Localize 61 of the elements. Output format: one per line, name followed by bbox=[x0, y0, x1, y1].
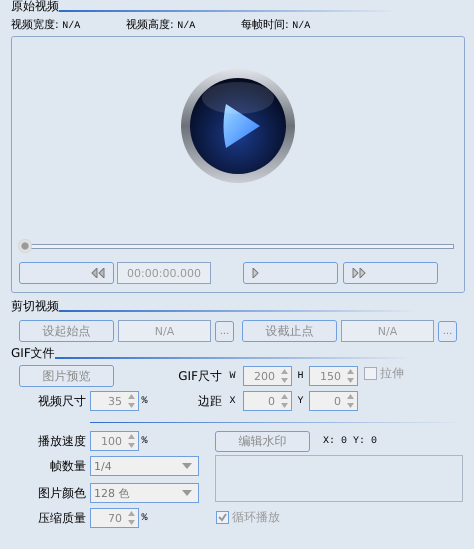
play-button[interactable] bbox=[243, 262, 338, 284]
unit-label: % bbox=[140, 396, 148, 406]
more-button[interactable]: ... bbox=[438, 320, 457, 342]
spinner-arrows-icon[interactable] bbox=[346, 393, 355, 409]
time-display: 00:00:00.000 bbox=[117, 262, 211, 284]
edit-watermark-button[interactable]: 编辑水印 bbox=[215, 430, 310, 452]
play-button-icon[interactable] bbox=[180, 68, 296, 184]
dropdown-caret-icon bbox=[182, 490, 192, 496]
rewind-icon bbox=[91, 268, 105, 278]
field-label: 图片颜色 bbox=[37, 484, 86, 502]
spinner-arrows-icon[interactable] bbox=[346, 368, 355, 384]
field-label: 帧数量 bbox=[49, 458, 86, 474]
spinner-arrows-icon[interactable] bbox=[280, 368, 289, 384]
more-button[interactable]: ... bbox=[215, 320, 234, 342]
number-spinner[interactable]: 0 bbox=[309, 391, 358, 411]
point-value-field: N/A bbox=[118, 320, 211, 342]
colors-dropdown[interactable]: 128 色 bbox=[90, 483, 199, 503]
spinner-arrows-icon[interactable] bbox=[280, 393, 289, 409]
field-label: GIF尺寸 bbox=[177, 368, 222, 384]
slider-thumb[interactable] bbox=[18, 239, 32, 253]
field-label: Y bbox=[296, 396, 304, 406]
field-label: 视频尺寸 bbox=[37, 392, 86, 410]
spinner-arrows-icon[interactable] bbox=[127, 433, 136, 449]
play-icon bbox=[252, 268, 259, 278]
frames-dropdown[interactable]: 1/4 bbox=[90, 456, 199, 476]
section-title: 原始视频 bbox=[11, 0, 59, 13]
video-info-text: 视频宽度: N/A bbox=[11, 17, 82, 31]
coordinate-text: X: 0 bbox=[322, 436, 348, 446]
image-preview-button[interactable]: 图片预览 bbox=[19, 365, 114, 387]
point-value-field: N/A bbox=[341, 320, 434, 342]
field-label: W bbox=[228, 370, 236, 382]
seek-slider[interactable] bbox=[18, 239, 454, 253]
fast-forward-icon bbox=[352, 268, 366, 278]
unit-label: % bbox=[140, 436, 148, 446]
field-label: 播放速度 bbox=[37, 432, 86, 450]
check-icon bbox=[218, 513, 227, 522]
loop-checkbox[interactable]: 循环播放 bbox=[216, 509, 280, 526]
section-title: 剪切视频 bbox=[11, 299, 59, 313]
dropdown-caret-icon bbox=[182, 463, 192, 469]
field-label: 压缩质量 bbox=[37, 510, 86, 526]
number-spinner[interactable]: 70 bbox=[90, 508, 139, 528]
video-info-text: 每帧时间: N/A bbox=[241, 17, 312, 31]
rewind-button[interactable] bbox=[19, 262, 114, 284]
field-label: 边距 bbox=[197, 392, 222, 410]
spinner-arrows-icon[interactable] bbox=[127, 393, 136, 409]
coordinate-text: Y: 0 bbox=[352, 436, 378, 446]
set-point-button[interactable]: 设截止点 bbox=[242, 320, 337, 342]
number-spinner[interactable]: 200 bbox=[243, 366, 292, 386]
spinner-arrows-icon[interactable] bbox=[127, 510, 136, 526]
number-spinner[interactable]: 35 bbox=[90, 391, 139, 411]
section-title: GIF文件 bbox=[11, 346, 55, 360]
field-label: X bbox=[228, 396, 236, 406]
number-spinner[interactable]: 150 bbox=[309, 366, 358, 386]
number-spinner[interactable]: 100 bbox=[90, 431, 139, 451]
unit-label: % bbox=[140, 512, 148, 524]
stretch-checkbox[interactable]: 拉伸 bbox=[364, 365, 404, 382]
field-label: H bbox=[296, 370, 304, 382]
number-spinner[interactable]: 0 bbox=[243, 391, 292, 411]
forward-button[interactable] bbox=[343, 262, 438, 284]
set-point-button[interactable]: 设起始点 bbox=[19, 320, 114, 342]
video-info-text: 视频高度: N/A bbox=[126, 17, 196, 31]
